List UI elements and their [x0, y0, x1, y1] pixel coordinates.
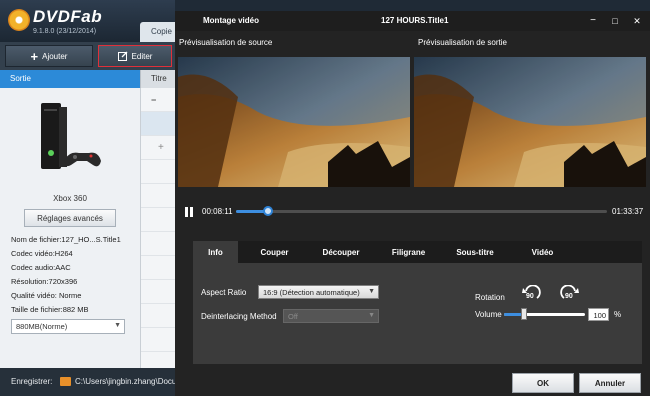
- edit-tabs: Info Couper Découper Filigrane Sous-titr…: [193, 241, 642, 263]
- list-item[interactable]: −: [141, 88, 176, 112]
- dialog-file-title: 127 HOURS.Title1: [381, 16, 449, 25]
- video-codec-info: Codec vidéo:H264: [11, 249, 73, 258]
- tab-watermark[interactable]: Filigrane: [381, 241, 436, 263]
- title-column-header[interactable]: Titre: [140, 70, 175, 88]
- edit-button[interactable]: Editer: [98, 45, 172, 67]
- folder-icon[interactable]: [60, 377, 71, 386]
- app-version: 9.1.8.0 (23/12/2014): [33, 28, 97, 35]
- tab-subtitle[interactable]: Sous-titre: [445, 241, 505, 263]
- pause-icon[interactable]: [184, 207, 194, 217]
- edit-button-label: Editer: [131, 51, 153, 61]
- advanced-settings-button[interactable]: Réglages avancés: [24, 209, 116, 227]
- list-item[interactable]: [141, 160, 176, 184]
- minimize-icon[interactable]: −: [586, 14, 600, 28]
- audio-codec-info: Codec audio:AAC: [11, 263, 71, 272]
- list-item[interactable]: [141, 208, 176, 232]
- seek-bar[interactable]: [236, 210, 607, 213]
- list-item[interactable]: [141, 328, 176, 352]
- output-preview-label: Prévisualisation de sortie: [418, 38, 507, 47]
- list-item[interactable]: [141, 184, 176, 208]
- chevron-down-icon: ▼: [368, 288, 375, 295]
- tab-crop[interactable]: Découper: [311, 241, 371, 263]
- list-item[interactable]: [141, 304, 176, 328]
- list-item[interactable]: [141, 112, 176, 136]
- file-name-info: Nom de fichier:127_HO...S.Title1: [11, 235, 121, 244]
- aspect-ratio-label: Aspect Ratio: [201, 288, 247, 297]
- total-time: 01:33:37: [612, 207, 644, 216]
- expand-icon[interactable]: +: [158, 142, 164, 153]
- tab-cut[interactable]: Couper: [247, 241, 302, 263]
- deinterlace-value: Off: [288, 312, 298, 321]
- output-profile-panel: Xbox 360 Réglages avancés Nom de fichier…: [0, 88, 140, 368]
- rotate-left-button[interactable]: 90: [520, 284, 542, 305]
- source-preview-video: [178, 57, 410, 187]
- close-icon[interactable]: ✕: [630, 14, 644, 28]
- volume-input[interactable]: 100: [588, 308, 609, 321]
- source-preview-label: Prévisualisation de source: [179, 38, 273, 47]
- dialog-title: Montage vidéo: [203, 16, 260, 25]
- rotation-label: Rotation: [475, 293, 505, 302]
- device-name: Xbox 360: [53, 194, 87, 203]
- rotate-right-value: 90: [565, 293, 573, 300]
- maximize-icon[interactable]: □: [608, 14, 622, 28]
- video-edit-dialog: Montage vidéo 127 HOURS.Title1 − □ ✕ Pré…: [175, 11, 650, 396]
- cancel-button[interactable]: Annuler: [579, 373, 641, 393]
- volume-handle[interactable]: [521, 308, 528, 320]
- edit-icon: [117, 51, 128, 61]
- list-item[interactable]: [141, 280, 176, 304]
- rotate-left-value: 90: [526, 293, 534, 300]
- dvdfab-logo-icon: [8, 9, 30, 31]
- tab-copy[interactable]: Copie: [140, 22, 180, 42]
- collapse-icon[interactable]: −: [151, 95, 156, 105]
- seek-handle[interactable]: [263, 206, 274, 216]
- file-size-info: Taille de fichier:882 MB: [11, 305, 89, 314]
- main-toolbar: + Ajouter Editer: [0, 42, 175, 70]
- aspect-ratio-value: 16:9 (Détection automatique): [263, 288, 360, 297]
- deinterlace-select[interactable]: Off ▼: [283, 309, 379, 323]
- video-quality-info: Qualité vidéo: Norme: [11, 291, 82, 300]
- app-brand: DVDFab: [33, 7, 103, 26]
- titles-list: − +: [140, 88, 176, 368]
- xbox-360-console-icon: [41, 103, 101, 169]
- output-size-select[interactable]: 880MB(Norme) ▼: [11, 319, 125, 334]
- output-preview-video: [414, 57, 646, 187]
- current-time: 00:08:11: [202, 207, 233, 216]
- list-item[interactable]: +: [141, 136, 176, 160]
- save-path[interactable]: C:\Users\jingbin.zhang\Documents: [75, 377, 175, 386]
- tab-info[interactable]: Info: [193, 241, 238, 263]
- output-column-header: Sortie: [0, 70, 140, 88]
- resolution-info: Résolution:720x396: [11, 277, 78, 286]
- list-item[interactable]: [141, 256, 176, 280]
- chevron-down-icon: ▼: [368, 312, 375, 319]
- aspect-ratio-select[interactable]: 16:9 (Détection automatique) ▼: [258, 285, 379, 299]
- plus-icon: +: [30, 48, 39, 64]
- volume-unit: %: [614, 310, 622, 319]
- list-item[interactable]: [141, 232, 176, 256]
- save-location-label: Enregistrer:: [11, 377, 53, 386]
- add-button-label: Ajouter: [42, 51, 68, 61]
- ok-button[interactable]: OK: [512, 373, 574, 393]
- rotate-right-button[interactable]: 90: [559, 284, 581, 305]
- volume-label: Volume: [475, 310, 502, 319]
- output-size-value: 880MB(Norme): [16, 322, 68, 331]
- deinterlace-label: Deinterlacing Method: [201, 312, 277, 321]
- chevron-down-icon: ▼: [114, 322, 121, 329]
- tab-video[interactable]: Vidéo: [515, 241, 570, 263]
- add-button[interactable]: + Ajouter: [5, 45, 93, 67]
